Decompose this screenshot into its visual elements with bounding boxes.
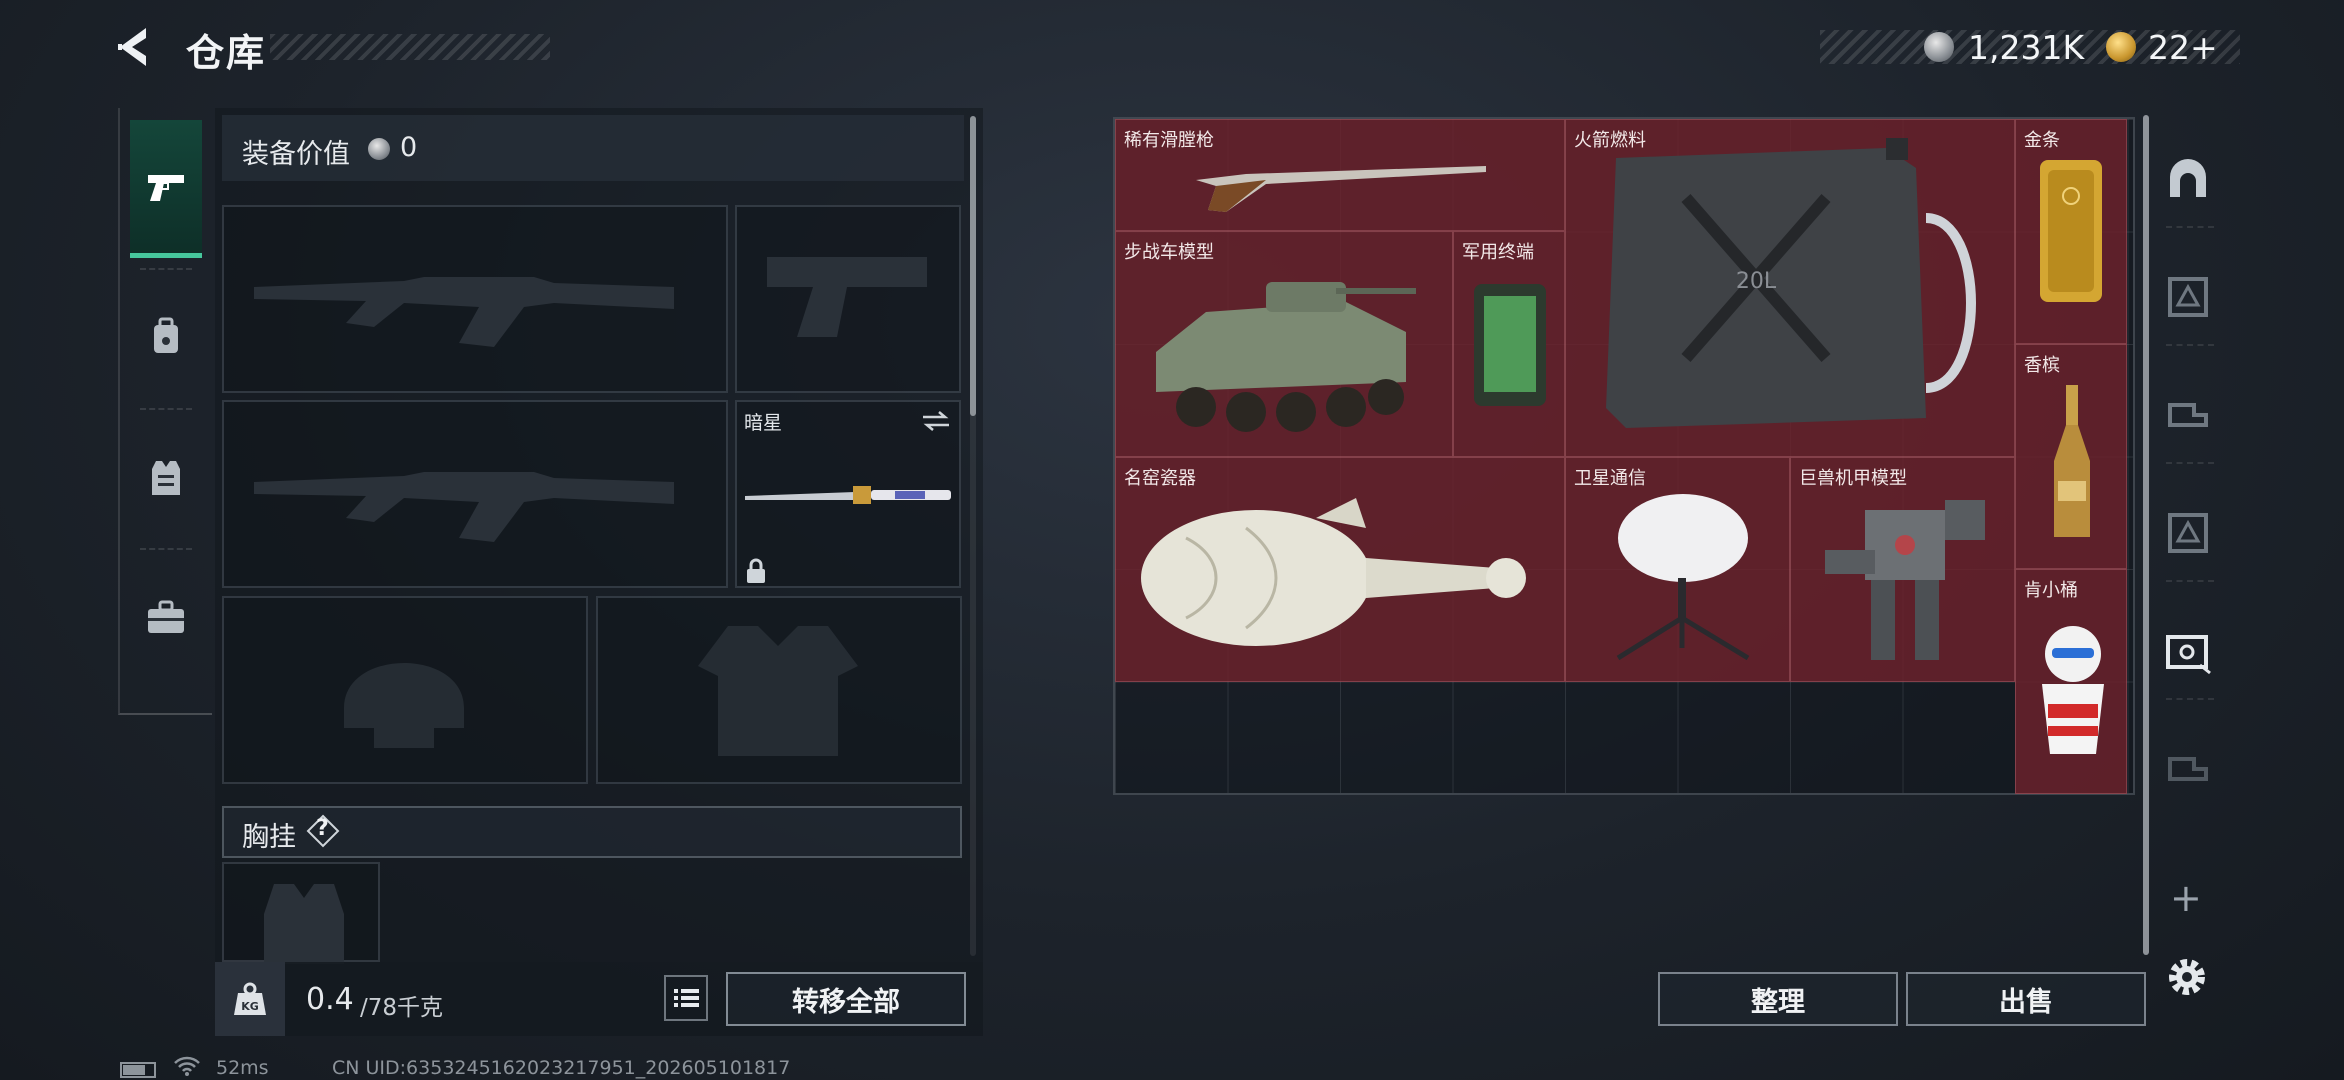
weight-current: 0.4: [306, 982, 354, 1017]
list-view-button[interactable]: [664, 975, 708, 1021]
gear-icon: [2169, 959, 2205, 995]
ifv-model-icon: [1156, 282, 1416, 432]
stash-item-kfc-bucket[interactable]: 肯小桶: [2015, 569, 2127, 794]
chest-rig-silhouette-icon: [264, 884, 344, 964]
item-name: 巨兽机甲模型: [1799, 468, 1907, 489]
item-name: 名窑瓷器: [1124, 468, 1196, 489]
musket-icon: [1196, 166, 1486, 212]
satellite-dish-icon: [1616, 494, 1750, 661]
backpack-icon: [154, 317, 178, 353]
stash-item-mech-model[interactable]: 巨兽机甲模型: [1790, 457, 2015, 682]
coin-icon: [1924, 32, 1954, 62]
jerrycan-icon: 20L: [1606, 138, 1976, 428]
title-decoration: [270, 34, 550, 60]
melee-name: 暗星: [744, 412, 783, 434]
briefcase-icon: [148, 600, 184, 633]
left-category-tabs: [118, 108, 212, 715]
terminal-icon: [1474, 284, 1546, 406]
mech-model-icon: [1825, 500, 1985, 660]
crate-icon: [2168, 513, 2208, 553]
weight-max: /78千克: [360, 995, 444, 1021]
rack-icon: [2168, 403, 2208, 427]
tab-vest[interactable]: [130, 413, 202, 541]
rifle-silhouette-icon: [254, 472, 674, 542]
primary-weapon-slot[interactable]: [222, 205, 728, 393]
item-name: 步战车模型: [1124, 242, 1214, 263]
list-icon: [674, 989, 699, 1007]
rifle-silhouette-icon: [254, 277, 674, 347]
help-button[interactable]: ?: [306, 814, 340, 848]
stash-item-ifv-model[interactable]: 步战车模型: [1115, 231, 1453, 457]
tab-weapons[interactable]: [130, 120, 202, 258]
item-name: 军用终端: [1462, 242, 1534, 263]
settings-button[interactable]: [2162, 952, 2212, 1002]
chest-rig-slot[interactable]: [222, 862, 380, 964]
stash-item-porcelain[interactable]: 名窑瓷器: [1115, 457, 1565, 682]
stash-item-champagne[interactable]: 香槟: [2015, 344, 2127, 569]
item-name: 肯小桶: [2024, 580, 2078, 601]
coin-value: 1,231K: [1968, 28, 2085, 67]
premium-currency-icon: [2106, 32, 2136, 62]
helmet-slot[interactable]: [222, 596, 588, 784]
back-button[interactable]: [110, 22, 160, 72]
porcelain-icon: [1141, 498, 1526, 646]
armor-silhouette-icon: [698, 626, 858, 756]
rack-icon: [2168, 757, 2208, 781]
armor-slot[interactable]: [596, 596, 962, 784]
stash-item-gold-bar[interactable]: 金条: [2015, 119, 2127, 344]
transfer-all-button[interactable]: 转移全部: [726, 972, 966, 1026]
gold-bar-icon: [2040, 160, 2102, 302]
stash-item-military-terminal[interactable]: 军用终端: [1453, 231, 1565, 457]
bucket-figure-icon: [2042, 626, 2104, 754]
help-glyph: ?: [316, 816, 329, 841]
secondary-weapon-slot[interactable]: [222, 400, 728, 588]
sell-button[interactable]: 出售: [1906, 972, 2146, 1026]
safe-box-icon: [2166, 635, 2211, 675]
stash-scrollbar[interactable]: [2143, 115, 2149, 955]
user-uid: CN UID:635324516202321​7951_202605101817: [332, 1057, 791, 1079]
tab-stash-2[interactable]: [2155, 264, 2221, 330]
tab-stash-5[interactable]: [2155, 618, 2221, 684]
crate-icon: [2168, 277, 2208, 317]
svg-text:20L: 20L: [1736, 269, 1777, 294]
premium-currency-value[interactable]: 22+: [2148, 28, 2218, 67]
tab-stash-all[interactable]: [2155, 148, 2221, 214]
vest-icon: [152, 461, 180, 495]
item-name: 卫星通信: [1574, 468, 1646, 489]
chest-rig-label: 胸挂: [242, 822, 296, 853]
tab-stash-6[interactable]: [2155, 736, 2221, 802]
page-title: 仓库: [186, 31, 267, 75]
add-stash-tab-button[interactable]: +: [2170, 876, 2202, 920]
tab-briefcase[interactable]: [130, 553, 202, 681]
sort-button[interactable]: 整理: [1658, 972, 1898, 1026]
equip-value-label: 装备价值: [242, 139, 350, 170]
wifi-icon: [172, 1055, 202, 1077]
sidearm-slot[interactable]: [735, 205, 961, 393]
weight-icon-box: KG: [215, 962, 285, 1036]
champagne-icon: [2054, 385, 2090, 537]
tab-stash-3[interactable]: [2155, 382, 2221, 448]
svg-text:KG: KG: [241, 1000, 259, 1013]
ping-value: 52ms: [216, 1057, 269, 1079]
item-name: 金条: [2024, 130, 2060, 151]
tab-backpack[interactable]: [130, 273, 202, 401]
helmet-silhouette-icon: [344, 663, 464, 748]
stash-item-satellite-comms[interactable]: 卫星通信: [1565, 457, 1790, 682]
stash-item-rocket-fuel[interactable]: 火箭燃料 20L: [1565, 119, 2015, 457]
back-arrow-icon: [118, 28, 146, 66]
tab-stash-4[interactable]: [2155, 500, 2221, 566]
loadout-scrollbar[interactable]: [970, 116, 976, 416]
swap-icon: [923, 411, 949, 431]
pistol-icon: [148, 174, 184, 201]
equip-value: 0: [400, 132, 418, 163]
pistol-silhouette-icon: [767, 257, 927, 337]
stash-item-musket[interactable]: 稀有滑膛枪: [1115, 119, 1565, 231]
item-name: 香槟: [2024, 355, 2060, 376]
lock-icon: [747, 558, 765, 583]
house-icon: [2170, 159, 2206, 197]
coin-icon: [368, 138, 390, 160]
battery-level: [123, 1065, 145, 1075]
weight-icon: KG: [234, 982, 266, 1015]
knife-icon: [745, 486, 951, 504]
